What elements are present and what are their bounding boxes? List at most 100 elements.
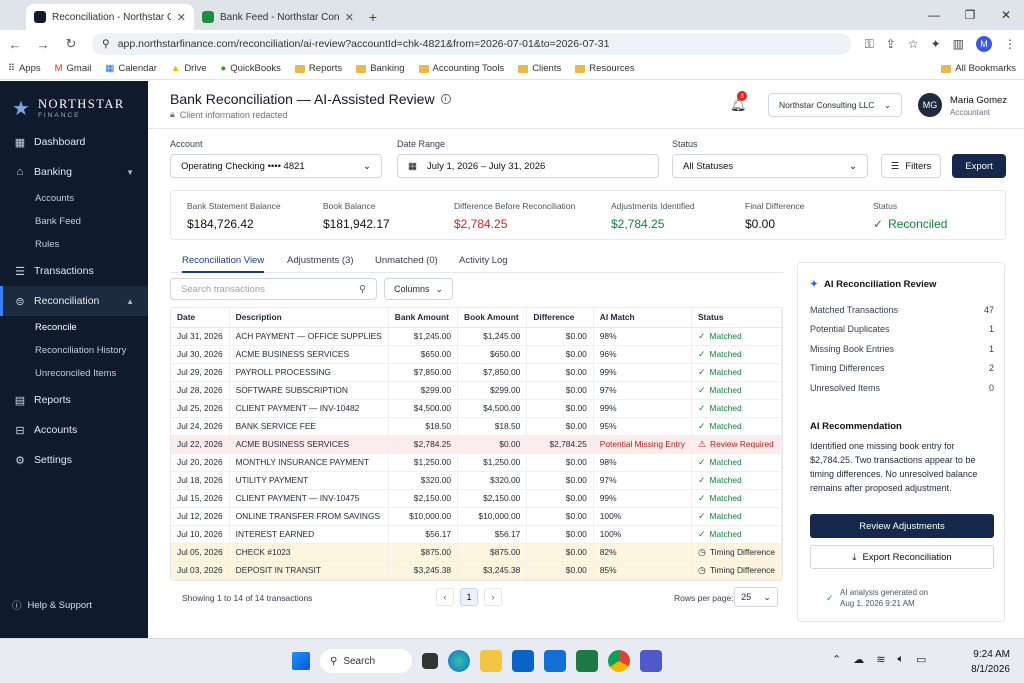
table-row[interactable]: Jul 05, 2026 CHECK #1023 $875.00 $875.00 $0.… xyxy=(171,543,783,562)
tab-adjustments[interactable]: Adjustments (3) xyxy=(287,255,354,266)
site-info-icon[interactable]: ⚲ xyxy=(102,38,110,50)
url-field[interactable]: ⚲ app.northstarfinance.com/reconciliatio… xyxy=(92,33,851,55)
table-row[interactable]: Jul 28, 2026 SOFTWARE SUBSCRIPTION $299.00… xyxy=(171,381,783,400)
col-ai-match[interactable]: AI Match xyxy=(593,308,692,328)
company-selector[interactable]: Northstar Consulting LLC ⌄ xyxy=(768,93,902,117)
table-row[interactable]: Jul 15, 2026 CLIENT PAYMENT — INV-10475 $2… xyxy=(171,489,783,508)
col-bank-amount[interactable]: Bank Amount xyxy=(388,308,459,328)
profile-avatar[interactable]: M xyxy=(976,36,992,52)
table-row[interactable]: Jul 10, 2026 INTEREST EARNED $56.17 $56.17 $… xyxy=(171,525,783,544)
table-row[interactable]: Jul 29, 2026 PAYROLL PROCESSING $7,850.00 $… xyxy=(171,363,783,382)
status-select[interactable]: All Statuses ⌄ xyxy=(672,154,868,178)
prev-page-icon[interactable]: ‹ xyxy=(436,588,454,606)
tab-activity-log[interactable]: Activity Log xyxy=(459,255,508,266)
sidebar-sub-reconciliation-history[interactable]: Reconciliation History xyxy=(0,339,148,362)
close-window-icon[interactable]: ✕ xyxy=(988,0,1024,30)
review-adjustments-button[interactable]: Review Adjustments xyxy=(810,514,994,538)
table-row[interactable]: Jul 25, 2026 CLIENT PAYMENT — INV-10482 $4… xyxy=(171,399,783,418)
sidebar-sub-bank-feed[interactable]: Bank Feed xyxy=(0,210,148,233)
windows-start-icon[interactable] xyxy=(292,652,310,670)
table-row[interactable]: Jul 30, 2026 ACME BUSINESS SERVICES $650.0… xyxy=(171,345,783,364)
bookmark-calendar[interactable]: ▦ Calendar xyxy=(105,63,157,74)
outlook-icon[interactable] xyxy=(512,650,534,672)
browser-tab-bank-feed[interactable]: Bank Feed - Northstar Consulting ✕ xyxy=(194,4,362,30)
bookmark-reports[interactable]: Reports xyxy=(294,63,342,74)
table-row[interactable]: Jul 03, 2026 DEPOSIT IN TRANSIT $3,245.38 $… xyxy=(171,561,783,580)
export-reconciliation-button[interactable]: ⤓ Export Reconciliation xyxy=(810,545,994,569)
extensions-icon[interactable]: ✦ xyxy=(931,37,941,51)
sidebar-item-transactions[interactable]: ☰ Transactions xyxy=(0,256,148,286)
bookmark-drive[interactable]: ▲ Drive xyxy=(171,63,207,74)
table-row[interactable]: Jul 20, 2026 MONTHLY INSURANCE PAYMENT $1,… xyxy=(171,453,783,472)
close-tab-icon[interactable]: ✕ xyxy=(345,11,354,24)
columns-button[interactable]: Columns ⌄ xyxy=(384,278,453,300)
bookmark-resources[interactable]: Resources xyxy=(575,63,635,74)
bookmark-star-icon[interactable]: ☆ xyxy=(908,37,919,51)
date-range-picker[interactable]: ▦ July 1, 2026 – July 31, 2026 xyxy=(397,154,659,178)
tab-unmatched[interactable]: Unmatched (0) xyxy=(375,255,438,266)
col-book-amount[interactable]: Book Amount xyxy=(457,308,528,328)
table-row[interactable]: Jul 18, 2026 UTILITY PAYMENT $320.00 $320.0… xyxy=(171,471,783,490)
share-icon[interactable]: ⇪ xyxy=(886,37,896,51)
col-date[interactable]: Date xyxy=(171,308,230,328)
chrome-icon[interactable] xyxy=(608,650,630,672)
col-difference[interactable]: Difference xyxy=(526,308,594,328)
close-tab-icon[interactable]: ✕ xyxy=(177,11,186,24)
sidebar-item-dashboard[interactable]: ▦ Dashboard xyxy=(0,127,148,157)
key-icon[interactable]: ⚿ xyxy=(865,37,874,52)
wifi-icon[interactable]: ≋ xyxy=(876,653,885,666)
back-arrow-icon[interactable]: ← xyxy=(8,37,22,52)
user-avatar[interactable]: MG xyxy=(918,93,942,117)
chevron-up-icon[interactable]: ⌃ xyxy=(832,653,841,666)
help-support-link[interactable]: ⓘ Help & Support xyxy=(12,598,92,613)
sidebar-item-banking[interactable]: ⌂ Banking ▼ xyxy=(0,157,148,187)
browser-tab-reconciliation[interactable]: Reconciliation - Northstar Consu ✕ xyxy=(26,4,194,30)
reload-icon[interactable]: ↻ xyxy=(64,36,78,52)
side-panel-icon[interactable]: ▥ xyxy=(953,37,964,51)
browser-menu-icon[interactable]: ⋮ xyxy=(1004,37,1016,51)
teams-icon[interactable] xyxy=(640,650,662,672)
minimize-icon[interactable]: — xyxy=(916,0,952,30)
volume-icon[interactable]: 🔈︎ xyxy=(897,653,904,666)
new-tab-plus-icon[interactable]: + xyxy=(362,4,384,30)
brand-logo[interactable]: ★ NORTHSTAR FINANCE xyxy=(0,81,148,123)
forward-arrow-icon[interactable]: → xyxy=(36,37,50,52)
bookmark-gmail[interactable]: M Gmail xyxy=(55,63,92,74)
bookmark-apps[interactable]: ⠿ Apps xyxy=(8,63,41,74)
system-clock[interactable]: 9:24 AM 8/1/2026 xyxy=(971,647,1010,677)
tab-reconciliation-view[interactable]: Reconciliation View xyxy=(182,255,265,273)
sidebar-sub-rules[interactable]: Rules xyxy=(0,233,148,256)
bookmark-banking[interactable]: Banking xyxy=(356,63,405,74)
sidebar-item-reconciliation[interactable]: ⊜ Reconciliation ▲ xyxy=(0,286,148,316)
table-row[interactable]: Jul 31, 2026 ACH PAYMENT — OFFICE SUPPLIE… xyxy=(171,327,783,346)
taskbar-search[interactable]: ⚲ Search xyxy=(320,649,412,673)
account-select[interactable]: Operating Checking •••• 4821 ⌄ xyxy=(170,154,382,178)
search-input[interactable]: Search transactions ⚲ xyxy=(170,278,377,300)
notifications-bell-icon[interactable]: 🔔︎ 3 xyxy=(730,91,747,113)
all-bookmarks[interactable]: All Bookmarks xyxy=(941,63,1016,74)
col-status[interactable]: Status xyxy=(691,308,783,328)
bookmark-clients[interactable]: Clients xyxy=(518,63,561,74)
cloud-icon[interactable]: ☁ xyxy=(853,653,864,666)
file-explorer-icon[interactable] xyxy=(480,650,502,672)
sidebar-item-settings[interactable]: ⚙ Settings xyxy=(0,445,148,475)
next-page-icon[interactable]: › xyxy=(484,588,502,606)
table-row[interactable]: Jul 24, 2026 BANK SERVICE FEE $18.50 $18.50… xyxy=(171,417,783,436)
sidebar-sub-accounts[interactable]: Accounts xyxy=(0,187,148,210)
info-icon[interactable]: i xyxy=(440,94,451,104)
sidebar-sub-unreconciled-items[interactable]: Unreconciled Items xyxy=(0,362,148,385)
bookmark-quickbooks[interactable]: ● QuickBooks xyxy=(220,63,280,74)
mail-icon[interactable] xyxy=(544,650,566,672)
bookmark-accounting-tools[interactable]: Accounting Tools xyxy=(418,63,504,74)
maximize-icon[interactable]: ❐ xyxy=(952,0,988,30)
sidebar-item-accounts[interactable]: ⊟ Accounts xyxy=(0,415,148,445)
sidebar-item-reports[interactable]: ▤ Reports xyxy=(0,385,148,415)
rows-per-page-select[interactable]: 25 ⌄ xyxy=(734,587,778,607)
excel-icon[interactable] xyxy=(576,650,598,672)
col-description[interactable]: Description xyxy=(229,308,389,328)
filters-button[interactable]: ☰ Filters xyxy=(881,154,941,178)
task-view-icon[interactable] xyxy=(422,653,438,669)
page-number[interactable]: 1 xyxy=(460,588,478,606)
sidebar-sub-reconcile[interactable]: Reconcile xyxy=(0,316,148,339)
battery-icon[interactable]: ▭ xyxy=(916,653,926,666)
